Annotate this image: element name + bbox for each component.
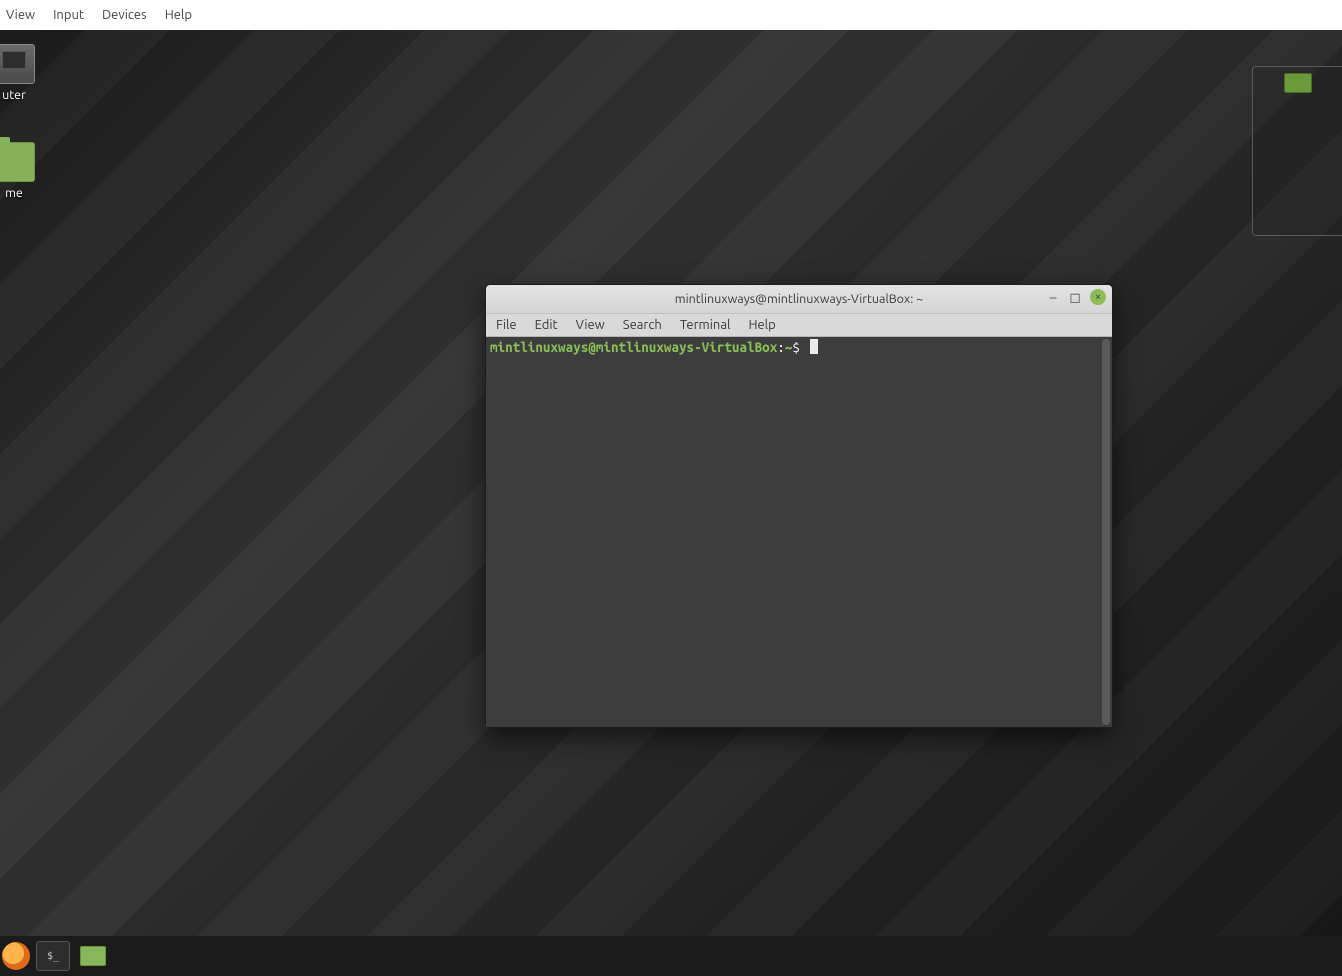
window-close-button[interactable]: ×: [1090, 289, 1106, 305]
panel-launcher-firefox[interactable]: [2, 942, 30, 970]
panel-launcher-files[interactable]: [76, 941, 110, 971]
vbox-menu-help[interactable]: Help: [165, 8, 192, 22]
bottom-panel: [0, 936, 1342, 976]
terminal-menu-terminal[interactable]: Terminal: [680, 318, 731, 332]
terminal-prompt-line: mintlinuxways@mintlinuxways-VirtualBox:~…: [490, 339, 1108, 355]
desktop-icon-label: uter: [0, 88, 54, 102]
terminal-menubar: File Edit View Search Terminal Help: [486, 313, 1112, 337]
workspace-switcher[interactable]: [1252, 66, 1342, 236]
folder-home-icon: [0, 142, 35, 182]
prompt-sep: :: [777, 339, 785, 355]
terminal-menu-help[interactable]: Help: [748, 318, 775, 332]
terminal-menu-view[interactable]: View: [576, 318, 605, 332]
desktop[interactable]: uter me mintlinuxways@mintlinuxways-Virt…: [0, 30, 1342, 936]
panel-task-terminal[interactable]: [36, 941, 70, 971]
terminal-menu-file[interactable]: File: [496, 318, 517, 332]
desktop-icon-home[interactable]: me: [0, 142, 54, 200]
window-controls: – ◻ ×: [1046, 289, 1106, 305]
computer-icon: [0, 44, 35, 84]
vbox-menu-devices[interactable]: Devices: [102, 8, 147, 22]
terminal-menu-edit[interactable]: Edit: [535, 318, 558, 332]
desktop-icon-label: me: [0, 186, 54, 200]
desktop-icon-computer[interactable]: uter: [0, 44, 54, 102]
terminal-scrollbar[interactable]: [1102, 339, 1110, 725]
window-maximize-button[interactable]: ◻: [1068, 290, 1082, 304]
vbox-menu-view[interactable]: View: [6, 8, 35, 22]
prompt-userhost: mintlinuxways@mintlinuxways-VirtualBox: [490, 339, 777, 355]
window-titlebar[interactable]: mintlinuxways@mintlinuxways-VirtualBox: …: [486, 285, 1112, 313]
window-minimize-button[interactable]: –: [1046, 290, 1060, 304]
vbox-host-menubar: View Input Devices Help: [0, 0, 1342, 30]
vbox-menu-input[interactable]: Input: [53, 8, 84, 22]
workspace-thumb-icon: [1284, 73, 1312, 93]
prompt-dollar: $: [792, 339, 800, 355]
terminal-cursor-icon: [810, 339, 818, 354]
window-title: mintlinuxways@mintlinuxways-VirtualBox: …: [675, 292, 923, 306]
terminal-body[interactable]: mintlinuxways@mintlinuxways-VirtualBox:~…: [486, 337, 1112, 727]
terminal-menu-search[interactable]: Search: [623, 318, 662, 332]
terminal-window: mintlinuxways@mintlinuxways-VirtualBox: …: [485, 284, 1113, 728]
